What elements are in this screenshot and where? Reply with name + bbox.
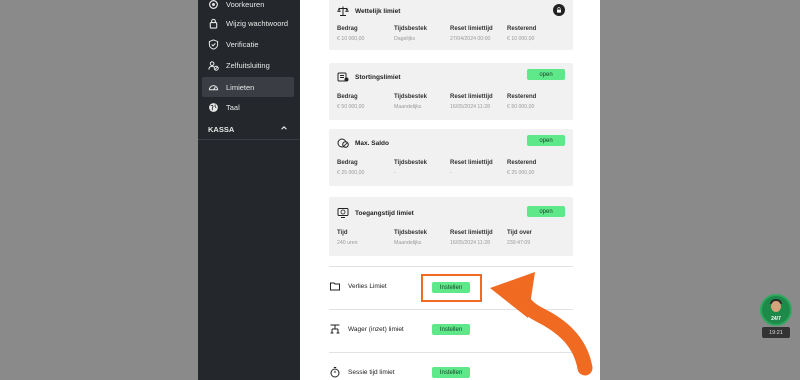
pointer-arrow (490, 272, 593, 376)
support-chat-button[interactable]: 24/7 (760, 294, 792, 326)
clock-badge: 19:21 (762, 327, 790, 338)
chat-label: 24/7 (771, 316, 781, 322)
agent-avatar (771, 301, 781, 312)
